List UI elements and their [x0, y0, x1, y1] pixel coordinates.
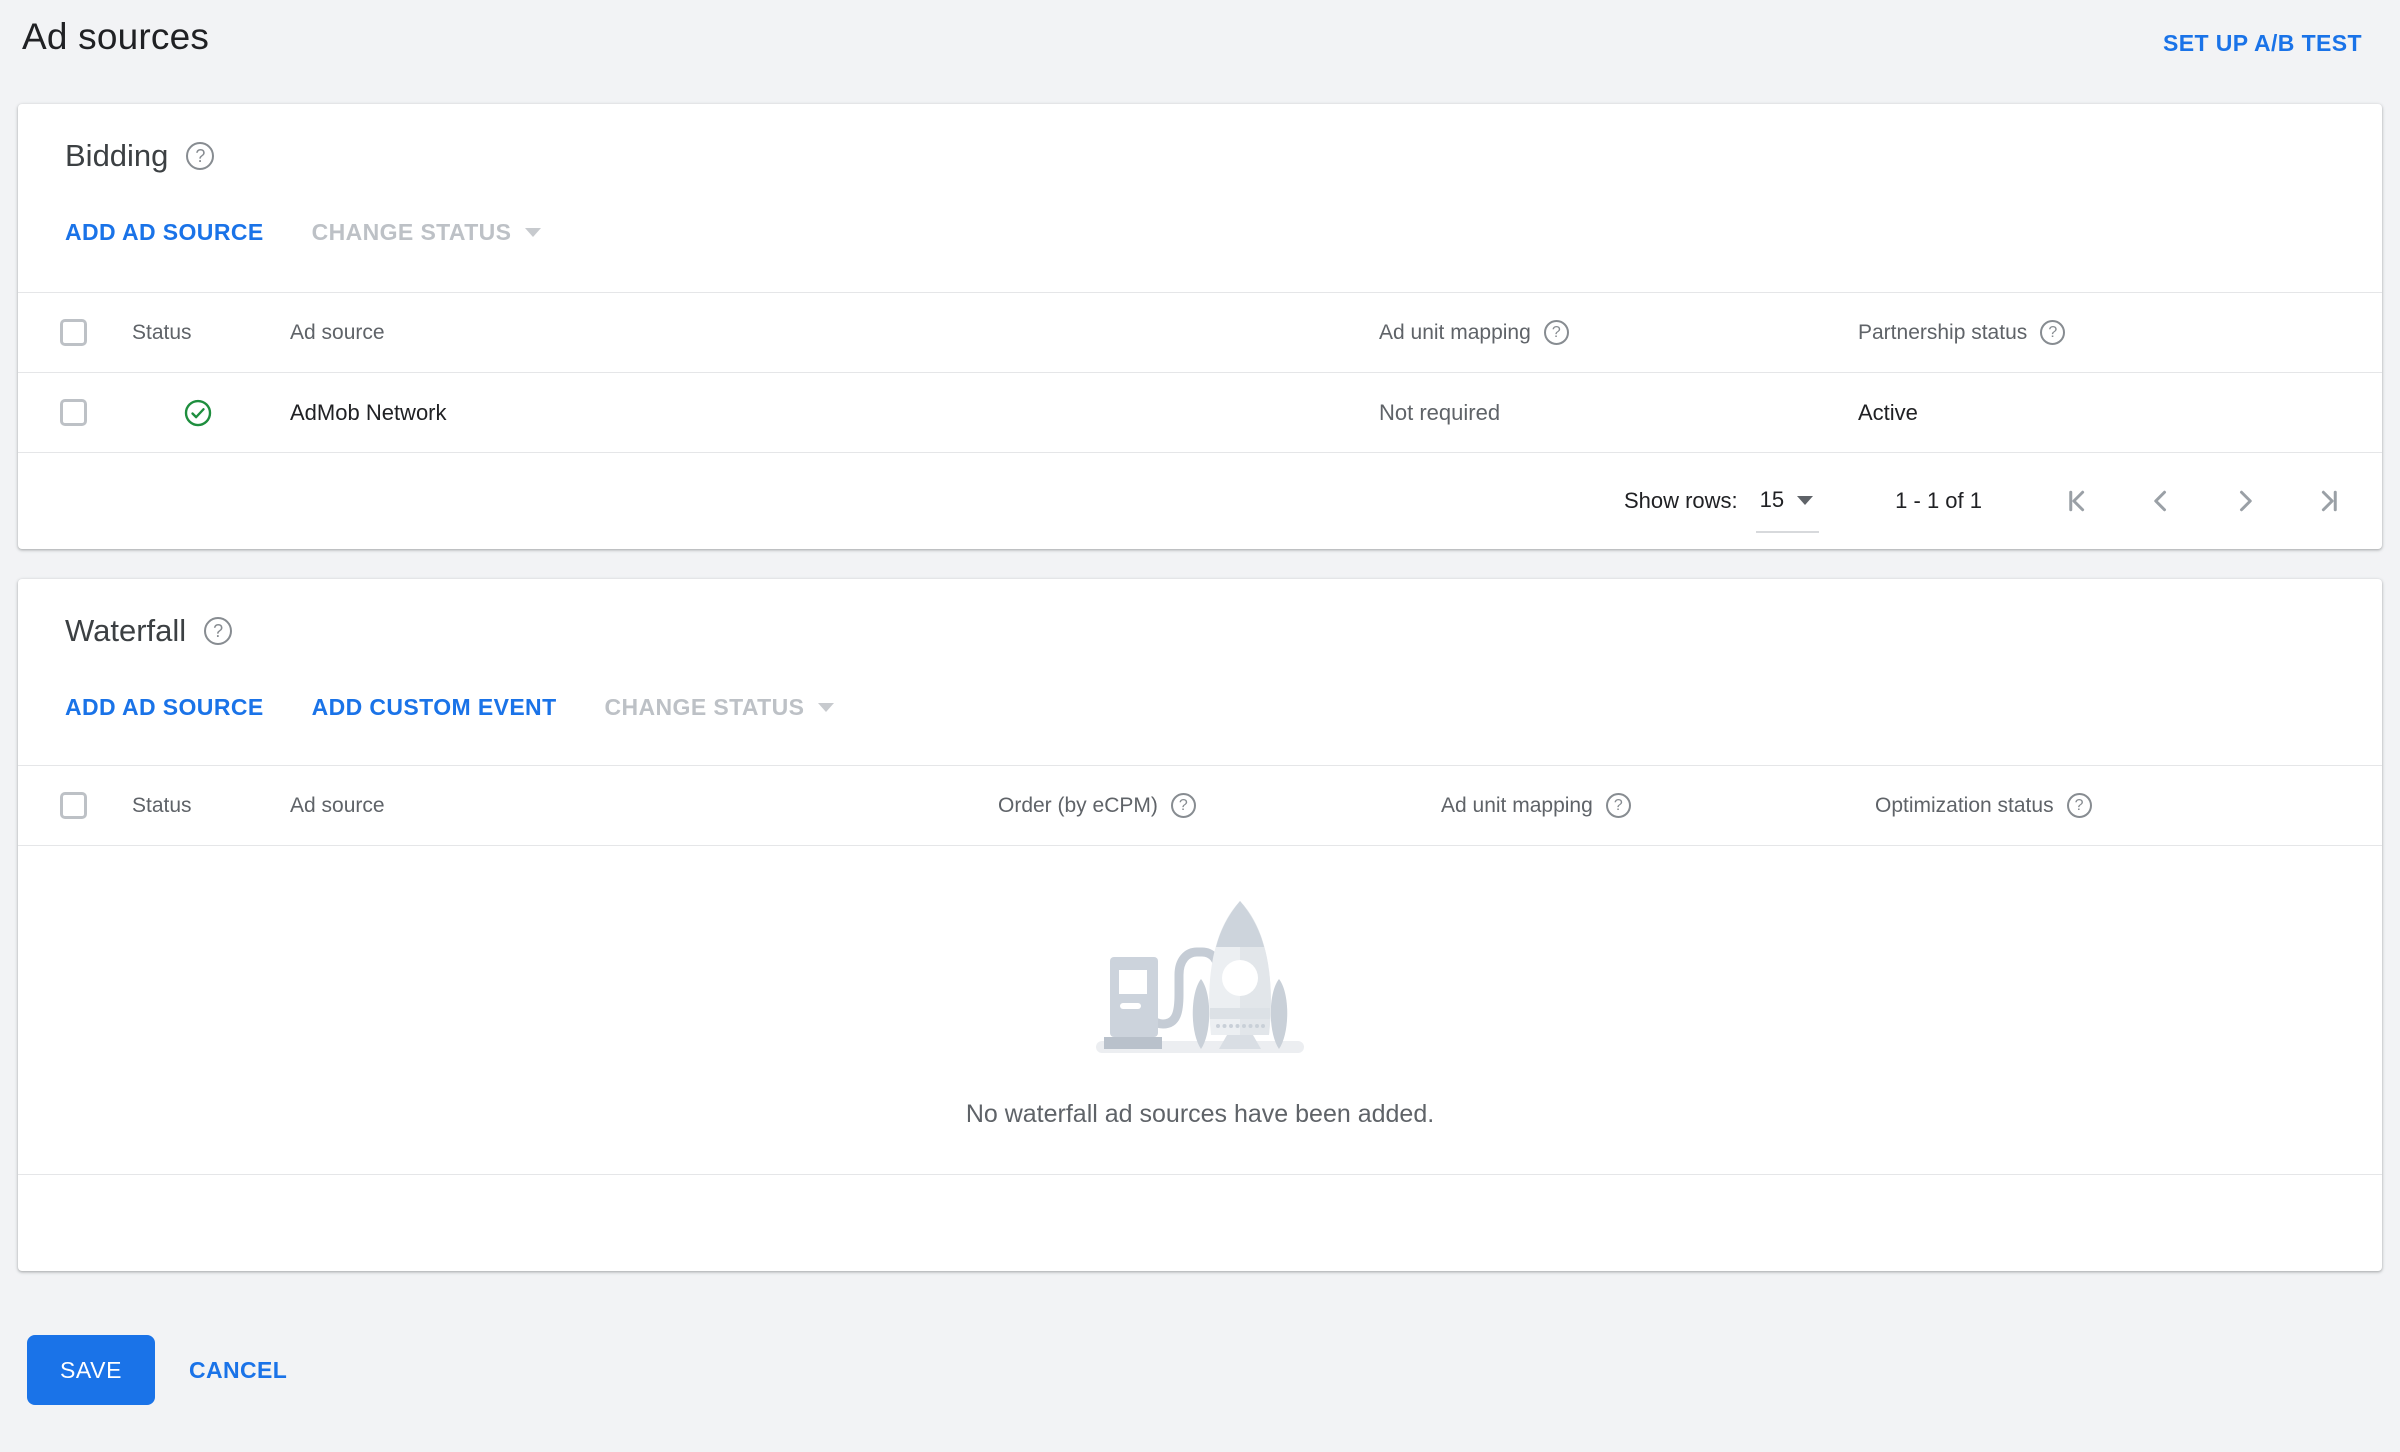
waterfall-help-icon[interactable]	[204, 617, 233, 645]
waterfall-header-checkbox-cell	[18, 792, 132, 819]
row-ad-source: AdMob Network	[290, 399, 447, 425]
rows-per-page-select[interactable]: 15	[1755, 487, 1820, 533]
waterfall-footer-blank	[18, 1175, 2382, 1271]
rocket-and-fuel-pump-illustration	[1096, 901, 1304, 1053]
waterfall-title: Waterfall	[65, 613, 187, 648]
waterfall-add-ad-source-button[interactable]: ADD AD SOURCE	[65, 694, 264, 721]
select-caret-icon	[1797, 495, 1814, 505]
bidding-card: Bidding ADD AD SOURCE CHANGE STATUS Stat…	[18, 104, 2382, 549]
bidding-col-partnership-status: Partnership status	[1858, 320, 2382, 345]
row-checkbox-cell	[18, 399, 132, 426]
bidding-col-status: Status	[132, 320, 192, 344]
bidding-table: Status Ad source Ad unit mapping Partner…	[18, 292, 2382, 549]
bottom-action-bar: SAVE CANCEL	[27, 1335, 2400, 1405]
bidding-title: Bidding	[65, 138, 169, 173]
set-up-ab-test-link[interactable]: SET UP A/B TEST	[2163, 30, 2362, 57]
bidding-header-checkbox-cell	[18, 319, 132, 346]
waterfall-empty-message: No waterfall ad sources have been added.	[965, 1100, 1435, 1128]
bidding-col-ad-unit-mapping: Ad unit mapping	[1379, 320, 1858, 345]
previous-page-icon[interactable]	[2146, 486, 2176, 516]
waterfall-add-custom-event-button[interactable]: ADD CUSTOM EVENT	[312, 694, 557, 721]
bidding-help-icon[interactable]	[186, 142, 215, 170]
next-page-icon[interactable]	[2230, 486, 2260, 516]
bidding-pagination: Show rows: 15 1 - 1 of 1	[18, 453, 2382, 549]
waterfall-col-ad-source: Ad source	[290, 793, 385, 817]
row-checkbox[interactable]	[60, 399, 87, 426]
page-title: Ad sources	[22, 16, 210, 57]
waterfall-card: Waterfall ADD AD SOURCE ADD CUSTOM EVENT…	[18, 579, 2382, 1271]
row-ad-unit-mapping: Not required	[1379, 399, 1501, 425]
waterfall-col-optimization-status: Optimization status	[1875, 793, 2382, 818]
chevron-down-icon	[525, 227, 542, 237]
waterfall-col-ad-unit-mapping: Ad unit mapping	[1441, 793, 1875, 818]
order-help-icon[interactable]	[1170, 793, 1196, 818]
show-rows-label: Show rows:	[1623, 488, 1738, 513]
waterfall-ad-unit-mapping-help-icon[interactable]	[1605, 793, 1631, 818]
first-page-icon[interactable]	[2062, 486, 2092, 516]
waterfall-table: Status Ad source Order (by eCPM) Ad unit…	[18, 765, 2382, 1271]
cancel-button[interactable]: CANCEL	[189, 1357, 287, 1384]
bidding-change-status-label: CHANGE STATUS	[311, 218, 512, 245]
ad-unit-mapping-help-icon[interactable]	[1543, 320, 1569, 345]
waterfall-col-order: Order (by eCPM)	[998, 793, 1441, 818]
optimization-status-help-icon[interactable]	[2066, 793, 2092, 818]
waterfall-change-status-button[interactable]: CHANGE STATUS	[605, 694, 835, 721]
waterfall-empty-state: No waterfall ad sources have been added.	[18, 846, 2382, 1175]
bidding-table-row: AdMob Network Not required Active	[18, 373, 2382, 453]
bidding-change-status-button[interactable]: CHANGE STATUS	[312, 219, 542, 246]
row-partnership-status: Active	[1858, 399, 1918, 425]
pager	[2062, 486, 2344, 516]
page-header: Ad sources SET UP A/B TEST	[0, 0, 2400, 104]
partnership-status-help-icon[interactable]	[2040, 320, 2066, 345]
pagination-range: 1 - 1 of 1	[1895, 488, 1982, 513]
waterfall-select-all-checkbox[interactable]	[60, 792, 87, 819]
active-check-icon	[184, 399, 212, 426]
waterfall-card-header: Waterfall	[18, 579, 2382, 649]
waterfall-change-status-label: CHANGE STATUS	[604, 693, 805, 720]
row-status-cell	[132, 398, 290, 428]
chevron-down-icon	[818, 702, 835, 712]
rows-per-page-value: 15	[1759, 487, 1785, 512]
select-all-checkbox[interactable]	[60, 319, 87, 346]
waterfall-table-header: Status Ad source Order (by eCPM) Ad unit…	[18, 766, 2382, 846]
bidding-col-ad-source: Ad source	[290, 320, 385, 344]
last-page-icon[interactable]	[2314, 486, 2344, 516]
waterfall-actions-row: ADD AD SOURCE ADD CUSTOM EVENT CHANGE ST…	[18, 693, 2382, 721]
waterfall-col-status: Status	[132, 793, 192, 817]
bidding-actions-row: ADD AD SOURCE CHANGE STATUS	[18, 218, 2382, 246]
save-button[interactable]: SAVE	[27, 1335, 155, 1405]
bidding-card-header: Bidding	[18, 104, 2382, 174]
bidding-table-header: Status Ad source Ad unit mapping Partner…	[18, 293, 2382, 373]
bidding-add-ad-source-button[interactable]: ADD AD SOURCE	[65, 219, 264, 246]
